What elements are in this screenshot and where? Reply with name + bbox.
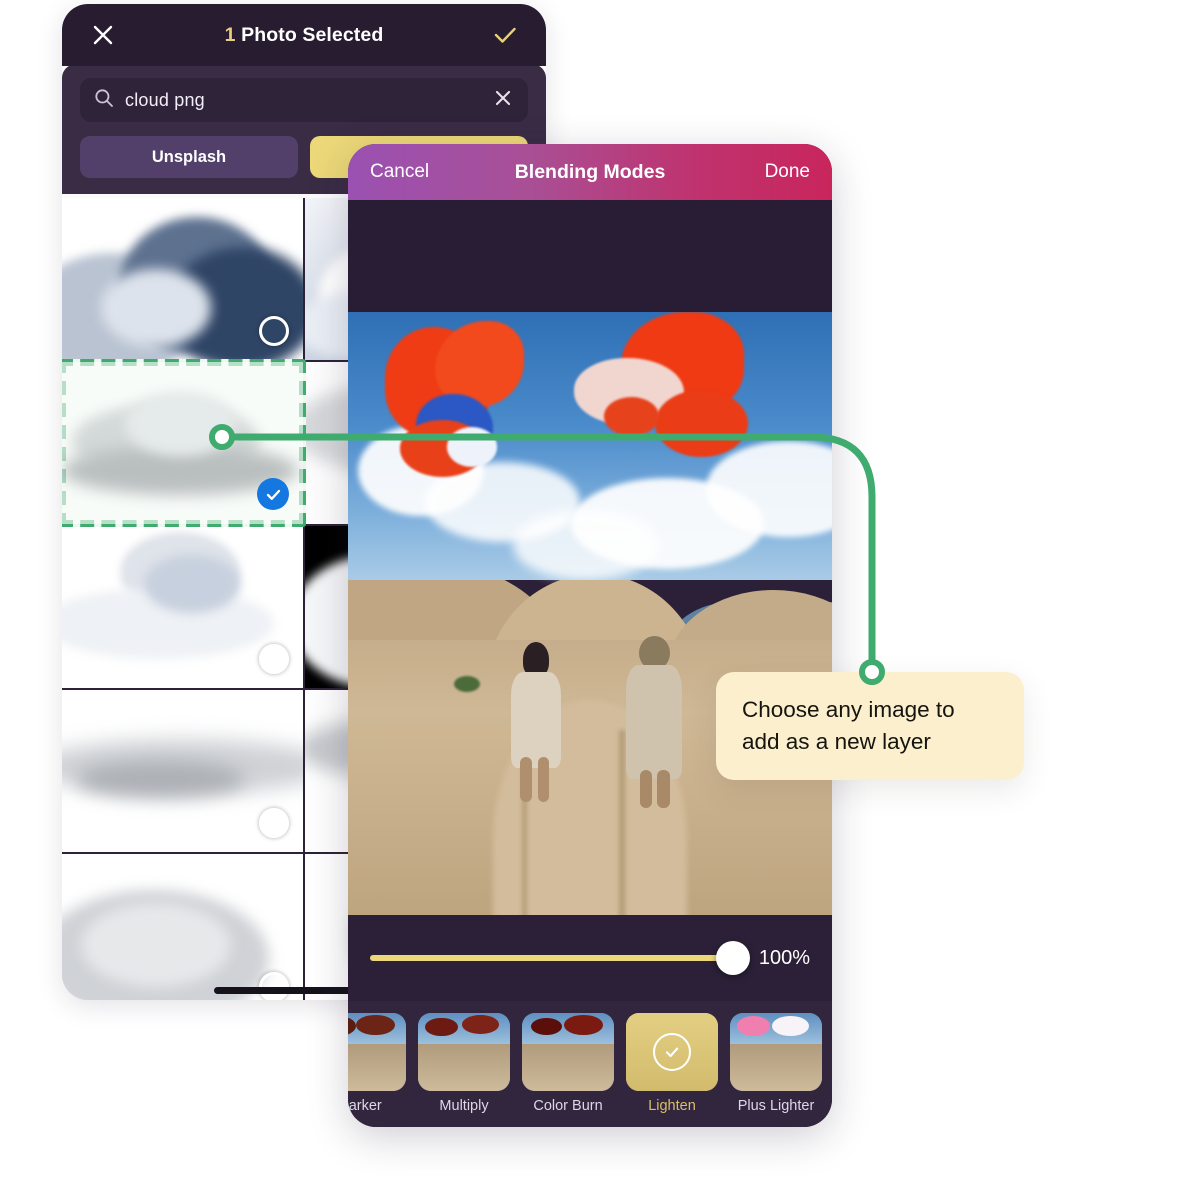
- blend-mode-thumb: [418, 1013, 510, 1091]
- opacity-slider[interactable]: [370, 941, 750, 975]
- blend-mode-color-burn[interactable]: Color Burn: [522, 1013, 614, 1114]
- check-icon: [653, 1033, 691, 1071]
- close-icon[interactable]: [88, 20, 118, 50]
- connector-start-node: [209, 424, 235, 450]
- photo-select-ring[interactable]: [259, 808, 289, 838]
- blend-mode-thumb: [522, 1013, 614, 1091]
- fish-red-blue: [377, 317, 571, 483]
- opacity-slider-thumb[interactable]: [715, 941, 750, 975]
- photo-thumb[interactable]: [62, 690, 303, 852]
- artwork-sky: [348, 312, 832, 580]
- clear-search-icon[interactable]: [492, 87, 514, 114]
- connector-end-node: [859, 659, 885, 685]
- photo-thumb[interactable]: [62, 854, 303, 1000]
- opacity-value-label: 100%: [758, 946, 810, 969]
- page-title: 1 Photo Selected: [62, 24, 546, 47]
- done-button[interactable]: Done: [765, 161, 810, 183]
- selected-count: 1: [224, 23, 236, 46]
- tab-unsplash-label: Unsplash: [151, 147, 227, 166]
- canvas-top-pad: [348, 200, 832, 312]
- photo-select-ring[interactable]: [259, 972, 289, 1000]
- blend-mode-darker[interactable]: Darker: [348, 1013, 406, 1114]
- search-icon: [94, 88, 114, 113]
- blend-mode-label: Color Burn: [533, 1098, 603, 1114]
- opacity-slider-row: 100%: [348, 915, 832, 1001]
- blend-mode-lighten[interactable]: Lighten: [626, 1013, 718, 1114]
- screenshot-root: 1 Photo Selected cloud png Unsplash Canc…: [0, 0, 1200, 1203]
- cancel-button[interactable]: Cancel: [370, 161, 429, 183]
- blending-header: Cancel Blending Modes Done: [348, 144, 832, 200]
- blend-mode-label: Multiply: [439, 1098, 489, 1114]
- check-icon[interactable]: [490, 20, 520, 50]
- blend-mode-label: Plus Lighter: [737, 1098, 815, 1114]
- picker-header: 1 Photo Selected: [62, 4, 546, 66]
- artwork-canvas[interactable]: [348, 312, 832, 915]
- blend-mode-plus-lighter[interactable]: Plus Lighter: [730, 1013, 822, 1114]
- photo-select-ring[interactable]: [259, 316, 289, 346]
- search-input-value: cloud png: [125, 89, 205, 110]
- search-input[interactable]: cloud png: [80, 78, 528, 122]
- person-right: [624, 636, 686, 808]
- blend-mode-thumb: [730, 1013, 822, 1091]
- blend-mode-label: Darker: [348, 1098, 382, 1114]
- blend-mode-thumb: [348, 1013, 406, 1091]
- selected-check-badge: [257, 478, 289, 510]
- callout-text: Choose any image to add as a new layer: [742, 697, 955, 754]
- blend-mode-label: Lighten: [648, 1098, 696, 1114]
- photo-select-ring[interactable]: [259, 644, 289, 674]
- person-left: [508, 642, 566, 802]
- photo-thumb[interactable]: [62, 198, 303, 360]
- blend-mode-strip[interactable]: Darker Multiply Color Burn: [348, 1001, 832, 1127]
- blend-mode-multiply[interactable]: Multiply: [418, 1013, 510, 1114]
- photo-thumb[interactable]: [62, 526, 303, 688]
- photo-thumb-selected[interactable]: [62, 359, 306, 527]
- fish-red-white: [561, 312, 774, 489]
- blend-mode-thumb: [626, 1013, 718, 1091]
- callout-tooltip: Choose any image to add as a new layer: [716, 672, 1024, 780]
- blending-modes-card: Cancel Blending Modes Done 100% arker Mu…: [348, 144, 832, 1127]
- selected-count-suffix: Photo Selected: [235, 23, 384, 46]
- tab-unsplash[interactable]: Unsplash: [80, 136, 298, 178]
